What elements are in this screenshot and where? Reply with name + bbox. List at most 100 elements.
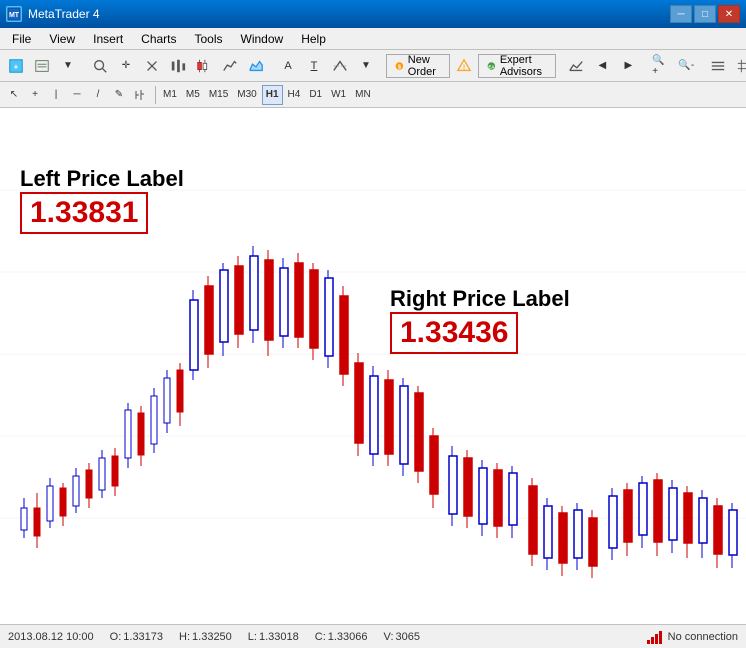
volume-value: 3065 xyxy=(396,631,420,643)
toolbar-zoom-in2[interactable]: 🔍+ xyxy=(648,54,672,78)
toolbar-history[interactable] xyxy=(564,54,588,78)
toolbar-A[interactable]: A xyxy=(276,54,300,78)
status-bar: 2013.08.12 10:00 O: 1.33173 H: 1.33250 L… xyxy=(0,624,746,648)
signal-bar-3 xyxy=(655,634,658,644)
menu-insert[interactable]: Insert xyxy=(85,30,131,48)
toolbar-arrow-down[interactable]: ▼ xyxy=(56,54,80,78)
minimize-button[interactable]: ─ xyxy=(670,5,692,23)
status-datetime: 2013.08.12 10:00 xyxy=(8,631,94,643)
tf-cursor-bars[interactable] xyxy=(130,85,152,105)
expert-advisors-button[interactable]: EA Expert Advisors xyxy=(478,54,556,78)
tf-separator-1 xyxy=(155,86,156,104)
open-label: O: xyxy=(110,631,122,643)
svg-text:!: ! xyxy=(463,63,465,71)
chart-wrapper: Left Price Label 1.33831 Right Price Lab… xyxy=(0,108,746,624)
menu-window[interactable]: Window xyxy=(233,30,292,48)
left-price-box: 1.33831 xyxy=(20,192,148,234)
title-bar-left: MT MetaTrader 4 xyxy=(6,6,100,22)
status-low: L: 1.33018 xyxy=(248,631,299,643)
tf-mn[interactable]: MN xyxy=(351,85,375,105)
tf-cursor-vline[interactable]: | xyxy=(46,85,66,105)
tf-m5[interactable]: M5 xyxy=(182,85,204,105)
chart-area[interactable]: Left Price Label 1.33831 Right Price Lab… xyxy=(0,108,746,624)
tf-cursor-hline[interactable]: ─ xyxy=(67,85,87,105)
toolbar-T[interactable]: T xyxy=(302,54,326,78)
left-price-label-title: Left Price Label xyxy=(20,166,184,192)
open-value: 1.33173 xyxy=(123,631,163,643)
toolbar-alert[interactable]: ! xyxy=(452,54,476,78)
menu-bar: File View Insert Charts Tools Window Hel… xyxy=(0,28,746,50)
title-bar: MT MetaTrader 4 ─ □ ✕ xyxy=(0,0,746,28)
status-high: H: 1.33250 xyxy=(179,631,232,643)
close-button[interactable]: ✕ xyxy=(718,5,740,23)
left-price-label: Left Price Label 1.33831 xyxy=(20,166,184,234)
low-label: L: xyxy=(248,631,257,643)
candlestick-chart: Left Price Label 1.33831 Right Price Lab… xyxy=(0,108,746,624)
tf-h1[interactable]: H1 xyxy=(262,85,283,105)
toolbar-zoom-out[interactable]: 🔍- xyxy=(674,54,698,78)
close-value: 1.33066 xyxy=(328,631,368,643)
window-controls: ─ □ ✕ xyxy=(670,5,740,23)
connection-status: No connection xyxy=(647,630,738,644)
tf-cursor-pencil[interactable]: ✎ xyxy=(109,85,129,105)
main-toolbar: + ▼ ✛ A T ▼ $ New Order ! xyxy=(0,50,746,82)
menu-view[interactable]: View xyxy=(41,30,83,48)
maximize-button[interactable]: □ xyxy=(694,5,716,23)
tf-cursor-arrow[interactable]: ↖ xyxy=(4,85,24,105)
svg-text:+: + xyxy=(14,62,19,71)
toolbar-arrow-down2[interactable]: ▼ xyxy=(354,54,378,78)
right-price-label-title: Right Price Label xyxy=(390,286,570,312)
close-label: C: xyxy=(315,631,326,643)
status-volume: V: 3065 xyxy=(384,631,420,643)
toolbar-scroll-right[interactable]: ▶ xyxy=(616,54,640,78)
signal-bar-1 xyxy=(647,640,650,644)
status-open: O: 1.33173 xyxy=(110,631,163,643)
tf-m1[interactable]: M1 xyxy=(159,85,181,105)
expert-advisors-label: Expert Advisors xyxy=(500,54,547,78)
tf-cursor-tline[interactable]: / xyxy=(88,85,108,105)
right-price-value: 1.33436 xyxy=(400,316,508,349)
tf-cursor-cross[interactable]: + xyxy=(25,85,45,105)
signal-bar-4 xyxy=(659,631,662,644)
toolbar-fib[interactable] xyxy=(328,54,352,78)
right-price-label: Right Price Label 1.33436 xyxy=(390,286,570,354)
toolbar-chart-candle[interactable] xyxy=(192,54,216,78)
toolbar-chart-bar[interactable] xyxy=(166,54,190,78)
menu-tools[interactable]: Tools xyxy=(187,30,231,48)
toolbar-chart-area[interactable] xyxy=(244,54,268,78)
window-title: MetaTrader 4 xyxy=(28,7,100,21)
tf-m15[interactable]: M15 xyxy=(205,85,232,105)
low-value: 1.33018 xyxy=(259,631,299,643)
no-connection-label: No connection xyxy=(668,631,738,643)
toolbar-chart-line[interactable] xyxy=(218,54,242,78)
status-close: C: 1.33066 xyxy=(315,631,368,643)
toolbar-scroll-left[interactable]: ◀ xyxy=(590,54,614,78)
toolbar-grid[interactable] xyxy=(732,54,746,78)
menu-charts[interactable]: Charts xyxy=(133,30,184,48)
menu-help[interactable]: Help xyxy=(293,30,334,48)
signal-strength-icon xyxy=(647,630,662,644)
high-value: 1.33250 xyxy=(192,631,232,643)
timeframe-toolbar: ↖ + | ─ / ✎ M1 M5 M15 M30 H1 H4 D1 W1 MN xyxy=(0,82,746,108)
svg-text:MT: MT xyxy=(9,12,20,19)
tf-w1[interactable]: W1 xyxy=(327,85,350,105)
toolbar-crosshair[interactable]: ✛ xyxy=(114,54,138,78)
toolbar-templates[interactable] xyxy=(30,54,54,78)
high-label: H: xyxy=(179,631,190,643)
new-order-label: New Order xyxy=(408,54,441,78)
svg-text:EA: EA xyxy=(488,64,495,69)
tf-h4[interactable]: H4 xyxy=(284,85,305,105)
tf-m30[interactable]: M30 xyxy=(233,85,260,105)
toolbar-zoom-in[interactable] xyxy=(88,54,112,78)
app-icon: MT xyxy=(6,6,22,22)
tf-d1[interactable]: D1 xyxy=(305,85,326,105)
menu-file[interactable]: File xyxy=(4,30,39,48)
toolbar-period-sep[interactable] xyxy=(140,54,164,78)
new-order-button[interactable]: $ New Order xyxy=(386,54,450,78)
signal-bar-2 xyxy=(651,637,654,644)
toolbar-props[interactable] xyxy=(706,54,730,78)
toolbar-new-chart[interactable]: + xyxy=(4,54,28,78)
left-price-value: 1.33831 xyxy=(30,196,138,229)
right-price-box: 1.33436 xyxy=(390,312,518,354)
volume-label: V: xyxy=(384,631,394,643)
